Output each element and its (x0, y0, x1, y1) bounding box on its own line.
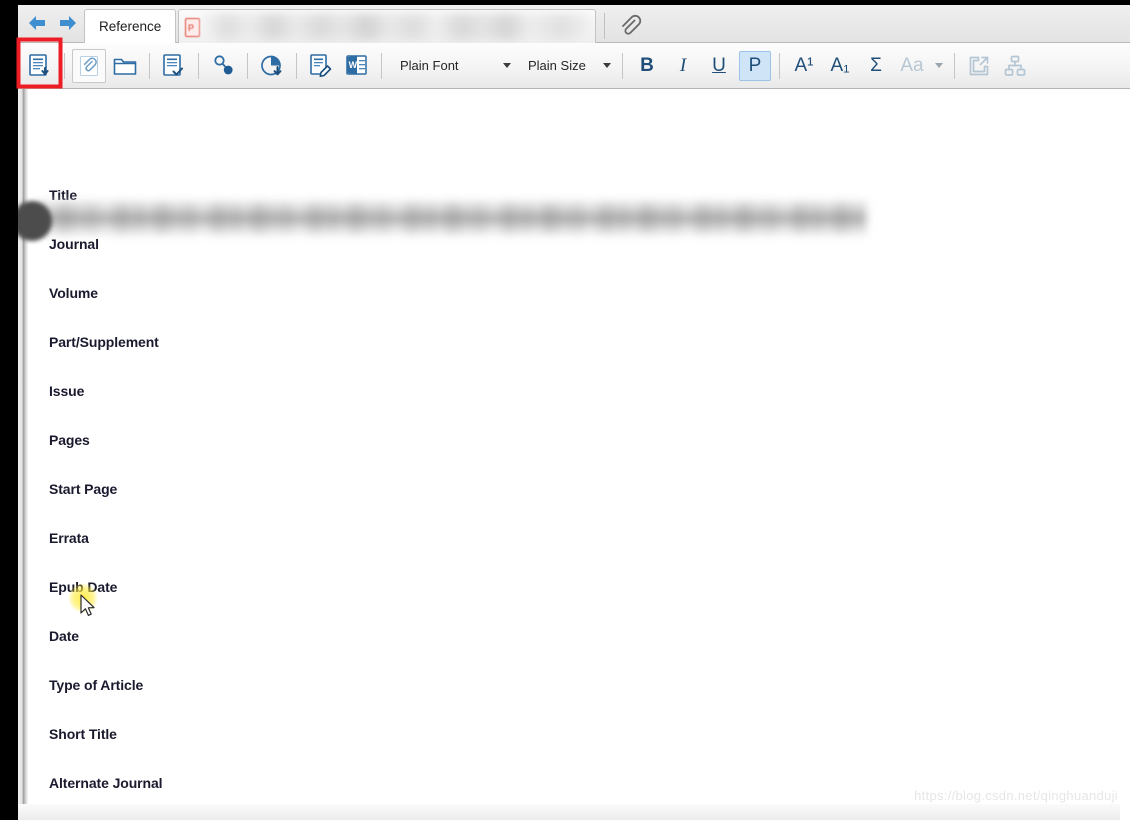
tab-pdf-attachment[interactable]: P (178, 9, 596, 43)
size-select[interactable]: Plain Size (522, 53, 616, 79)
arrow-left-icon[interactable] (26, 13, 48, 33)
field-pages[interactable] (49, 452, 1069, 476)
field-type-of-article[interactable] (49, 697, 1069, 721)
chevron-down-icon[interactable] (598, 56, 616, 76)
toolbar-separator (198, 52, 199, 79)
field-title-redacted-value (38, 202, 866, 234)
tab-pdf-redacted-title (203, 14, 593, 40)
find-full-text-button[interactable] (206, 49, 240, 83)
toolbar-separator (296, 52, 297, 79)
font-select-value: Plain Font (400, 58, 459, 73)
field-short-title-label: Short Title (49, 726, 117, 742)
endnote-reference-window: Reference P W Plain Font Plain Size B I … (0, 0, 1130, 820)
svg-text:W: W (349, 60, 358, 70)
open-in-new-window-button (962, 49, 996, 83)
field-errata[interactable] (49, 550, 1069, 574)
svg-text:P: P (188, 23, 194, 33)
tabbar-divider (604, 13, 605, 39)
new-reference-button[interactable] (23, 49, 57, 83)
plain-text-button[interactable]: P (739, 50, 771, 81)
tab-reference[interactable]: Reference (84, 9, 177, 43)
tab-bar: Reference P (18, 5, 1130, 43)
field-issue[interactable] (49, 403, 1069, 427)
toolbar-separator (64, 52, 65, 79)
field-epub-date-label: Epub Date (49, 579, 118, 595)
subscript-button[interactable]: A₁ (824, 51, 856, 81)
symbol-button[interactable]: Σ (860, 51, 892, 81)
field-short-title[interactable] (49, 746, 1069, 770)
field-issue-label: Issue (49, 383, 85, 399)
field-journal-label: Journal (49, 236, 99, 252)
figure-button[interactable] (255, 49, 289, 83)
field-volume-label: Volume (49, 285, 98, 301)
field-journal[interactable] (49, 256, 1069, 280)
tab-reference-label: Reference (99, 19, 162, 34)
toolbar-separator (247, 52, 248, 79)
reference-field-list: Title Journal Volume Part/Supplement Issue Pa… (18, 89, 1130, 820)
reference-form-pane: Title Journal Volume Part/Supplement Issue Pa… (18, 89, 1130, 820)
underline-button[interactable]: U (703, 51, 735, 81)
change-case-dropdown[interactable] (930, 56, 948, 76)
field-alternate-journal-label: Alternate Journal (49, 775, 163, 791)
change-case-button: Aa (900, 54, 924, 76)
arrow-right-icon[interactable] (57, 13, 79, 33)
size-select-value: Plain Size (528, 58, 586, 73)
toolbar-separator (622, 52, 623, 79)
watermark-text: https://blog.csdn.net/qinghuanduji (914, 788, 1118, 803)
navigation-buttons (26, 13, 79, 33)
pane-splitter-handle[interactable] (18, 89, 28, 820)
check-reference-button[interactable] (157, 49, 191, 83)
window-left-black-gutter (0, 0, 18, 820)
field-date[interactable] (49, 648, 1069, 672)
field-pages-label: Pages (49, 432, 90, 448)
main-toolbar: W Plain Font Plain Size B I U P A¹ A₁ Σ … (18, 43, 1130, 89)
font-select[interactable]: Plain Font (394, 53, 516, 79)
record-hierarchy-button (998, 49, 1032, 83)
field-type-of-article-label: Type of Article (49, 677, 144, 693)
field-start-page-label: Start Page (49, 481, 118, 497)
field-start-page[interactable] (49, 501, 1069, 525)
toolbar-separator (149, 52, 150, 79)
attach-file-button[interactable] (72, 48, 106, 83)
field-part-supplement-label: Part/Supplement (49, 334, 159, 350)
field-errata-label: Errata (49, 530, 89, 546)
open-folder-button[interactable] (108, 49, 142, 83)
italic-button[interactable]: I (667, 51, 699, 81)
superscript-button[interactable]: A¹ (788, 51, 820, 81)
form-bottom-band (18, 804, 1120, 820)
pdf-icon: P (185, 18, 200, 37)
paperclip-icon[interactable] (616, 13, 642, 39)
toolbar-separator (779, 52, 780, 79)
redaction-artifact (18, 201, 52, 241)
toolbar-separator (381, 52, 382, 79)
field-volume[interactable] (49, 305, 1069, 329)
word-export-button[interactable]: W (340, 49, 374, 83)
field-date-label: Date (49, 628, 79, 644)
field-epub-date[interactable] (49, 599, 1069, 623)
edit-reference-button[interactable] (304, 49, 338, 83)
toolbar-separator (954, 52, 955, 79)
field-part-supplement[interactable] (49, 354, 1069, 378)
bold-button[interactable]: B (631, 51, 663, 81)
chevron-down-icon[interactable] (498, 56, 516, 76)
field-title-label: Title (49, 187, 78, 203)
